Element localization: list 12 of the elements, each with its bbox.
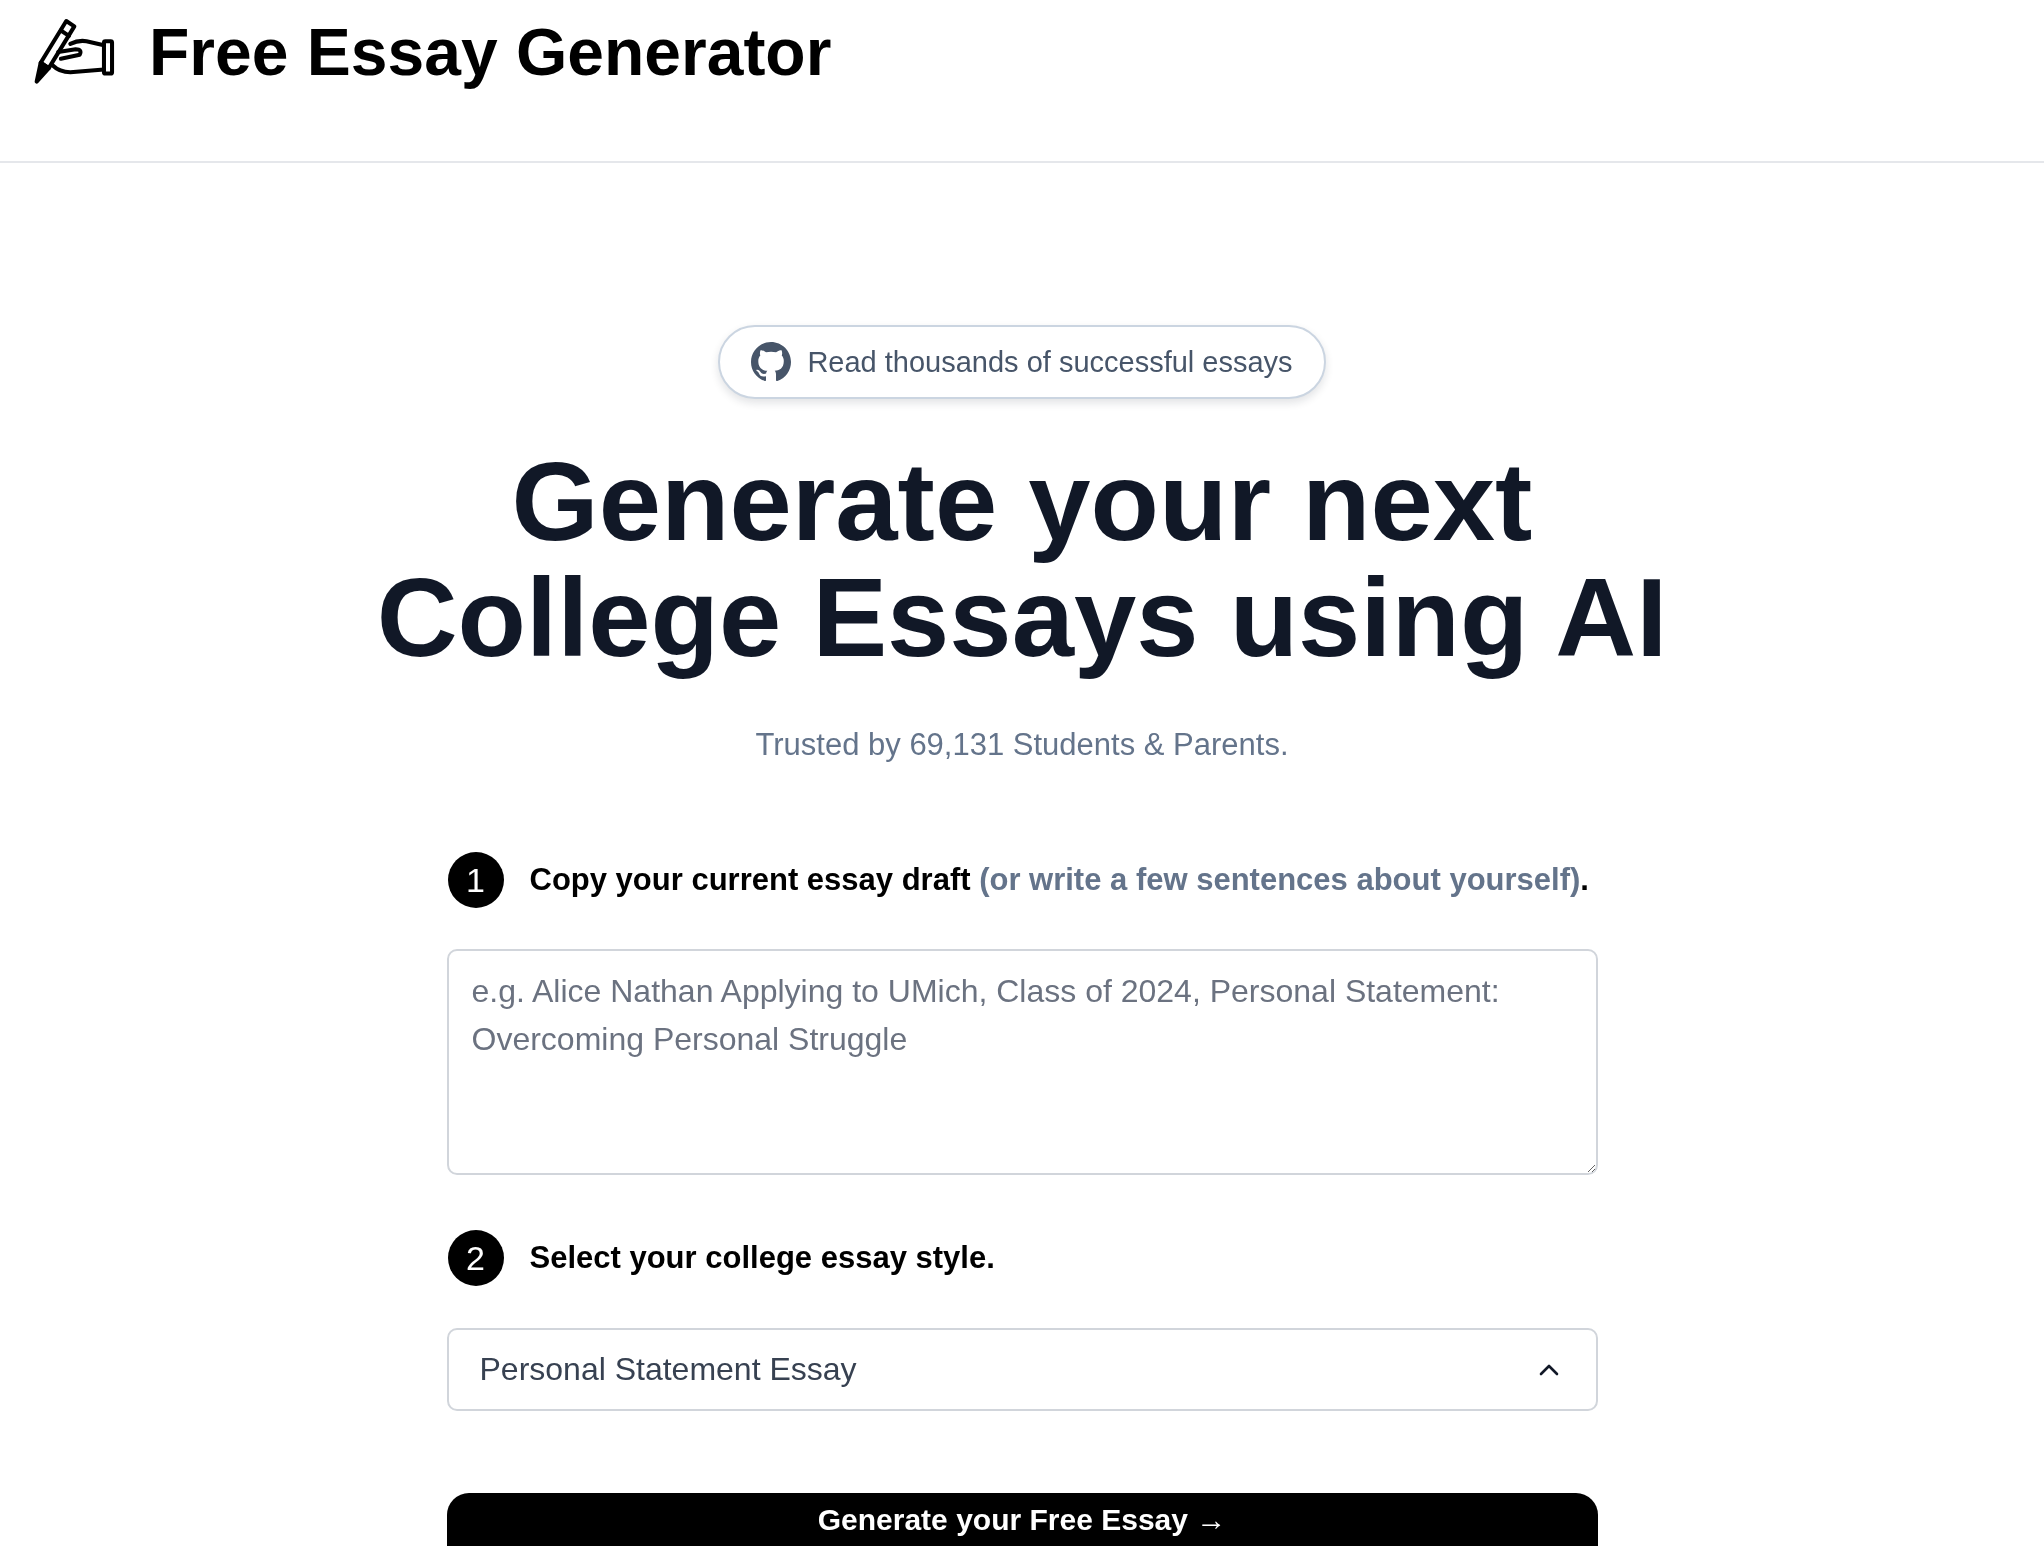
essay-style-select[interactable]: Personal Statement Essay <box>446 1328 1598 1411</box>
essay-draft-textarea[interactable]: e.g. Alice Nathan Applying to UMich, Class of 2024, Personal Statement: Overcoming Personal Struggle <box>446 949 1598 1175</box>
read-essays-link[interactable]: Read thousands of successful essays <box>718 325 1326 399</box>
step-number: 1 <box>447 852 504 908</box>
step-instruction: Select your college essay style. <box>529 1240 995 1276</box>
chevron-up-icon <box>1538 1363 1559 1376</box>
step-number: 2 <box>447 1230 504 1286</box>
generate-essay-button[interactable]: Generate your Free Essay → <box>446 1493 1598 1546</box>
trusted-by-text: Trusted by 69,131 Students & Parents. <box>754 726 1290 764</box>
step-instruction: Copy your current essay draft (or write a few sentences about yourself). <box>529 862 1589 898</box>
github-icon <box>751 342 792 382</box>
site-title: Free Essay Generator <box>149 14 832 90</box>
